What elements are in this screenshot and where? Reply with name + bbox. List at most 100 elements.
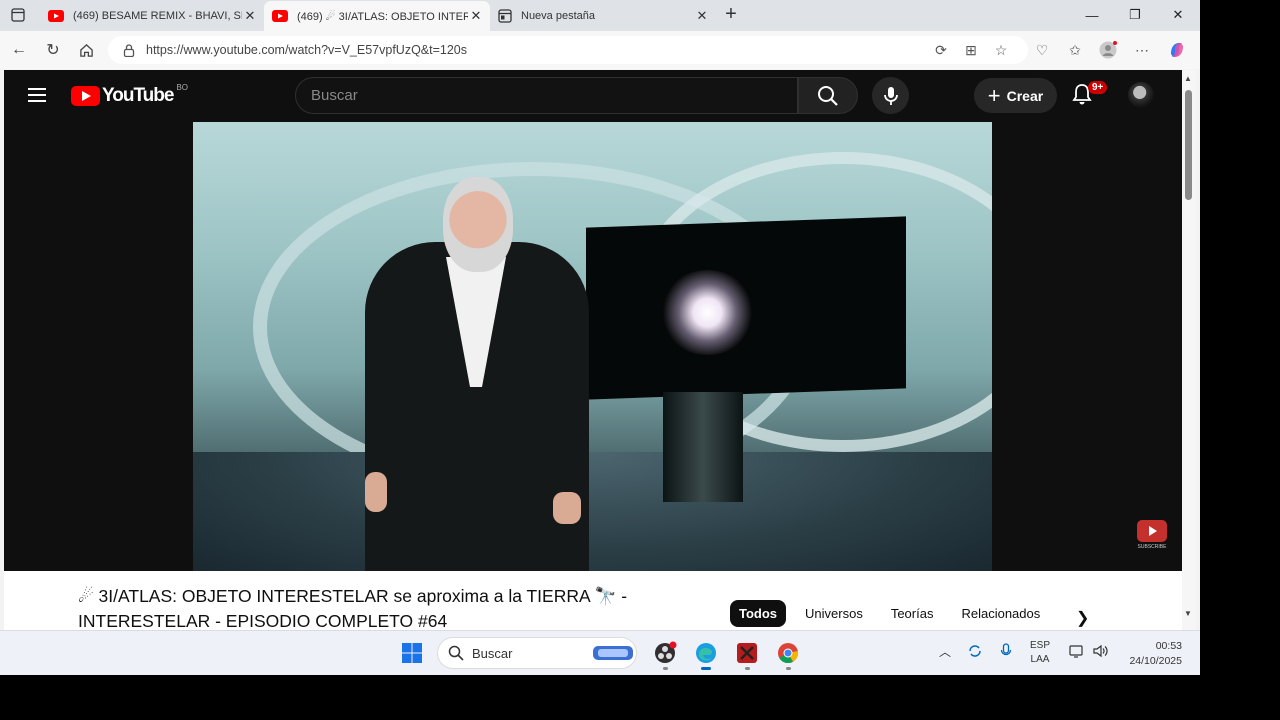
youtube-logo[interactable]: YouTube BO (71, 82, 189, 107)
notification-badge: 9+ (1088, 81, 1108, 94)
browser-essentials-icon[interactable]: ♡ (1033, 41, 1051, 59)
presenter-hand (365, 472, 387, 512)
newtab-favicon-icon (498, 9, 512, 23)
studio-floor (193, 452, 992, 571)
search-button[interactable] (798, 77, 858, 114)
search-icon (818, 85, 838, 106)
lock-icon[interactable] (116, 43, 142, 57)
start-button[interactable] (399, 640, 425, 666)
chevron-right-icon[interactable]: ❯ (1076, 608, 1089, 628)
tab-actions-icon (11, 8, 25, 22)
chevron-up-icon[interactable]: ︿ (939, 643, 951, 660)
volume-icon[interactable] (1092, 643, 1108, 662)
browser-toolbar: ← ↻ https://www.youtube.com/watch?v=V_E5… (0, 31, 1200, 69)
taskbar-search-placeholder: Buscar (472, 645, 513, 661)
copilot-icon[interactable] (1168, 41, 1186, 59)
menu-icon[interactable] (28, 88, 46, 102)
video-info: ☄ 3I/ATLAS: OBJETO INTERESTELAR se aprox… (4, 571, 1182, 630)
red-app-icon[interactable] (734, 640, 760, 666)
create-label: Crear (1006, 87, 1044, 104)
system-clock[interactable]: 00:53 24/10/2025 (1118, 639, 1182, 669)
restore-button[interactable]: ❐ (1113, 0, 1157, 30)
obs-app-icon[interactable] (652, 640, 678, 666)
home-button[interactable] (75, 39, 97, 61)
tab-nueva-pestana[interactable]: Nueva pestaña ✕ (490, 1, 716, 31)
tab-close-icon[interactable]: ✕ (694, 8, 710, 24)
scroll-up-icon[interactable]: ▲ (1184, 74, 1192, 83)
youtube-header: YouTube BO Buscar + Crear 9+ (4, 70, 1182, 122)
clock-date: 24/10/2025 (1129, 655, 1182, 667)
running-indicator (663, 667, 668, 670)
taskbar-search[interactable]: Buscar (437, 637, 637, 669)
account-avatar[interactable] (1128, 82, 1154, 108)
edge-app-icon[interactable] (693, 640, 719, 666)
screen-pillar (663, 392, 743, 502)
running-indicator (745, 667, 750, 670)
chrome-app-icon[interactable] (775, 640, 801, 666)
app-available-icon[interactable]: ⊞ (962, 41, 980, 59)
back-button[interactable]: ← (8, 39, 30, 61)
region-code: BO (176, 82, 189, 92)
url-text: https://www.youtube.com/watch?v=V_E57vpf… (146, 43, 468, 57)
youtube-favicon-icon (272, 10, 288, 22)
scroll-down-icon[interactable]: ▼ (1184, 609, 1192, 618)
tab-actions-button[interactable] (6, 5, 30, 25)
voice-search-button[interactable] (872, 77, 909, 114)
language-code: ESP (1030, 640, 1051, 651)
chip-todos[interactable]: Todos (730, 600, 787, 627)
minimize-button[interactable]: — (1070, 0, 1114, 30)
keyboard-layout: LAA (1030, 654, 1050, 665)
close-window-button[interactable]: ✕ (1156, 0, 1200, 30)
microphone-tray-icon[interactable] (1000, 643, 1012, 662)
plus-icon: + (987, 82, 1001, 108)
create-button[interactable]: + Crear (974, 78, 1057, 113)
windows-taskbar: Buscar ︿ ESP LAA 00:53 24/10/2025 (0, 630, 1200, 675)
microphone-icon (883, 86, 898, 105)
browser-tab-strip: (469) BESAME REMIX - BHAVI, SEVEN KAYNE … (0, 0, 1200, 31)
search-placeholder: Buscar (311, 87, 358, 104)
reload-button[interactable]: ↻ (42, 39, 64, 61)
video-player[interactable] (193, 122, 992, 571)
nebula-glow (660, 270, 755, 355)
presenter-head (443, 177, 513, 272)
youtube-favicon-icon (48, 10, 64, 22)
presenter-hand (553, 492, 581, 524)
youtube-play-icon (71, 86, 100, 106)
chip-teorias[interactable]: Teorías (882, 600, 943, 627)
sync-icon[interactable] (967, 643, 983, 662)
chip-relacionados[interactable]: Relacionados (952, 600, 1049, 627)
tab-title: (469) BESAME REMIX - BHAVI, SEVEN KAYNE (73, 10, 242, 22)
language-indicator[interactable]: ESP LAA (1030, 639, 1050, 667)
tab-3i-atlas[interactable]: (469) ☄ 3I/ATLAS: OBJETO INTERESTELAR ✕ (264, 1, 490, 31)
profile-icon[interactable] (1099, 41, 1117, 59)
related-chips: Todos Universos Teorías Relacionados (730, 600, 1059, 627)
notifications-button[interactable]: 9+ (1071, 81, 1108, 110)
new-tab-button[interactable]: + (720, 4, 742, 26)
search-icon (448, 645, 464, 661)
search-input[interactable]: Buscar (295, 77, 798, 114)
youtube-page: YouTube BO Buscar + Crear 9+ SUBSCRIBE ☄… (4, 70, 1182, 630)
active-indicator (701, 667, 711, 670)
page-scrollbar[interactable]: ▲ ▼ (1182, 70, 1196, 630)
address-bar[interactable]: https://www.youtube.com/watch?v=V_E57vpf… (108, 36, 1028, 64)
tab-title: Nueva pestaña (521, 10, 595, 22)
home-icon (79, 43, 93, 57)
subscribe-watermark[interactable]: SUBSCRIBE (1132, 520, 1172, 550)
tab-besame-remix[interactable]: (469) BESAME REMIX - BHAVI, SEVEN KAYNE … (40, 1, 264, 31)
more-options-icon[interactable]: ⋯ (1133, 41, 1151, 59)
desktop-screen: (469) BESAME REMIX - BHAVI, SEVEN KAYNE … (0, 0, 1200, 675)
tab-close-icon[interactable]: ✕ (242, 8, 258, 24)
scrollbar-thumb[interactable] (1185, 90, 1192, 200)
video-title: ☄ 3I/ATLAS: OBJETO INTERESTELAR se aprox… (78, 586, 628, 630)
chip-universos[interactable]: Universos (796, 600, 872, 627)
network-icon[interactable] (1069, 643, 1085, 662)
tab-title: (469) ☄ 3I/ATLAS: OBJETO INTERESTELAR (297, 10, 468, 23)
windows-logo-icon (402, 643, 422, 663)
favorites-icon[interactable]: ✩ (1066, 41, 1084, 59)
favorite-star-icon[interactable]: ☆ (992, 41, 1010, 59)
clock-time: 00:53 (1155, 640, 1182, 652)
search-highlight-icon (593, 646, 633, 660)
tab-close-icon[interactable]: ✕ (468, 8, 484, 24)
subscribe-play-icon (1137, 520, 1167, 542)
performance-icon[interactable]: ⟳ (932, 41, 950, 59)
